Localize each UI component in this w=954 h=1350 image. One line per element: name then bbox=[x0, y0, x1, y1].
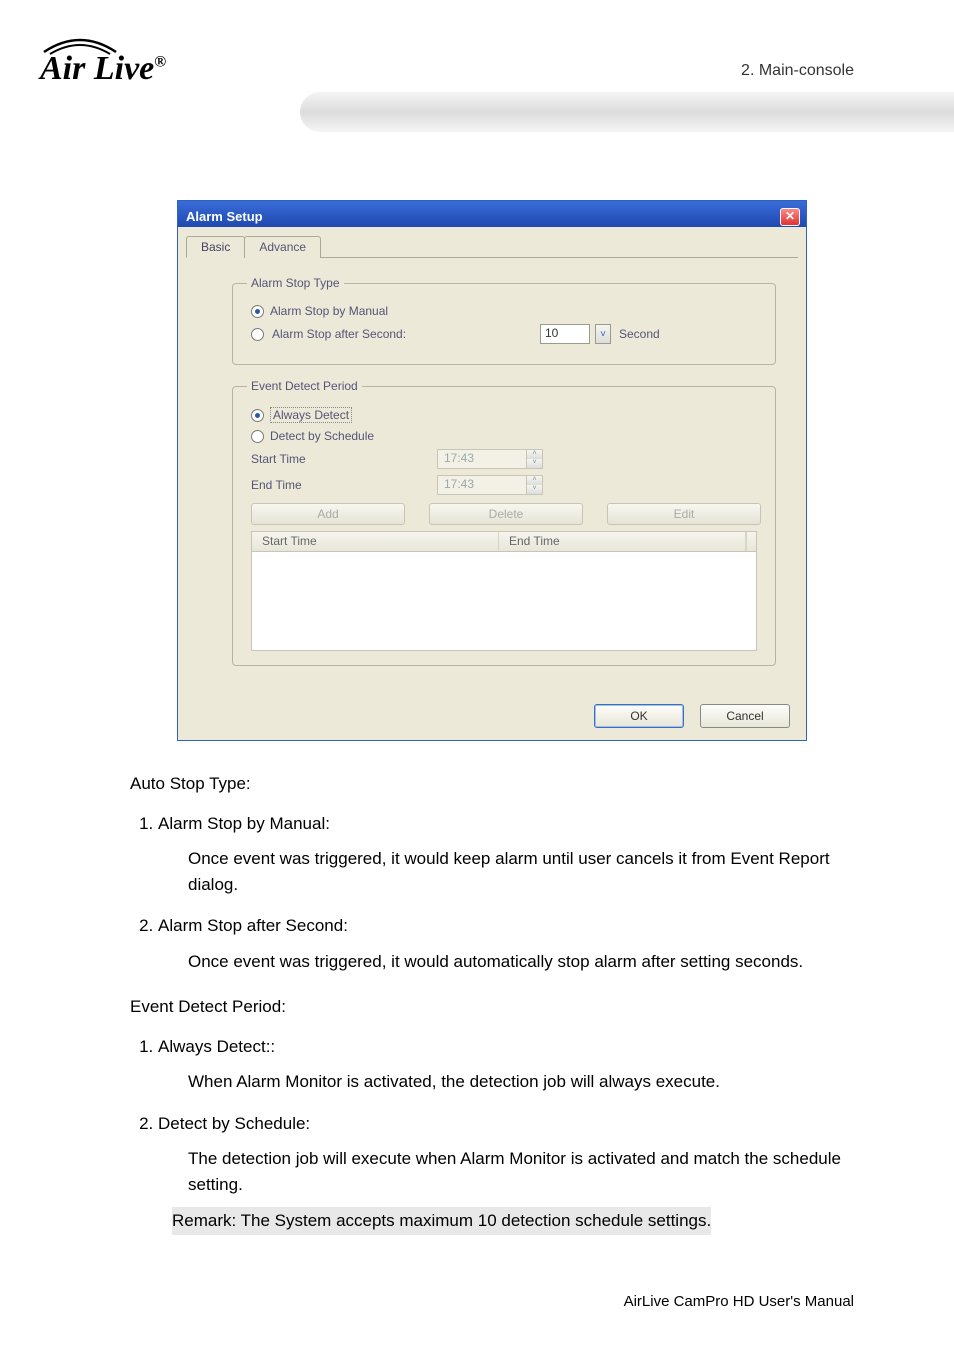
page-header: Air Live® 2. Main-console bbox=[0, 0, 954, 130]
chevron-down-icon[interactable]: ˅ bbox=[595, 324, 611, 344]
dialog-titlebar: Alarm Setup ✕ bbox=[178, 201, 806, 227]
tab-strip: Basic Advance bbox=[186, 235, 798, 258]
schedule-button-row: Add Delete Edit bbox=[251, 503, 761, 525]
seconds-unit-label: Second bbox=[619, 327, 660, 341]
dialog-footer: OK Cancel bbox=[178, 698, 806, 740]
group-legend-event-detect: Event Detect Period bbox=[247, 379, 362, 393]
end-time-spinner[interactable]: 17:43 ˄ ˅ bbox=[437, 475, 543, 495]
cancel-button[interactable]: Cancel bbox=[700, 704, 790, 728]
list-header: Start Time End Time bbox=[252, 532, 756, 552]
row-start-time: Start Time 17:43 ˄ ˅ bbox=[251, 449, 761, 469]
item-body: Once event was triggered, it would keep … bbox=[188, 846, 854, 897]
radio-icon bbox=[251, 430, 264, 443]
list-item: Detect by Schedule: The detection job wi… bbox=[158, 1111, 854, 1235]
item-title: Alarm Stop after Second: bbox=[158, 916, 348, 935]
radio-label: Alarm Stop after Second: bbox=[272, 327, 532, 341]
list-item: Alarm Stop by Manual: Once event was tri… bbox=[158, 811, 854, 898]
list-item: Alarm Stop after Second: Once event was … bbox=[158, 913, 854, 974]
dialog-title: Alarm Setup bbox=[186, 209, 263, 224]
logo-text: Air Live bbox=[40, 50, 154, 87]
header-band bbox=[300, 92, 954, 132]
heading-event-detect: Event Detect Period: bbox=[130, 994, 854, 1020]
header-section-ref: 2. Main-console bbox=[741, 62, 854, 80]
page-footer: AirLive CamPro HD User's Manual bbox=[624, 1293, 854, 1310]
radio-stop-manual[interactable]: Alarm Stop by Manual bbox=[251, 304, 761, 318]
ok-button[interactable]: OK bbox=[594, 704, 684, 728]
end-time-label: End Time bbox=[251, 478, 431, 492]
end-time-value[interactable]: 17:43 bbox=[437, 475, 527, 495]
col-spacer bbox=[746, 532, 756, 551]
heading-auto-stop: Auto Stop Type: bbox=[130, 771, 854, 797]
tab-panel-basic: Alarm Stop Type Alarm Stop by Manual Ala… bbox=[186, 258, 798, 690]
radio-detect-by-schedule[interactable]: Detect by Schedule bbox=[251, 429, 761, 443]
item-title: Alarm Stop by Manual: bbox=[158, 814, 330, 833]
item-title: Always Detect:: bbox=[158, 1037, 275, 1056]
alarm-setup-dialog: Alarm Setup ✕ Basic Advance Alarm Stop T… bbox=[177, 200, 807, 741]
document-body: Auto Stop Type: Alarm Stop by Manual: On… bbox=[130, 771, 854, 1235]
radio-always-detect[interactable]: Always Detect bbox=[251, 407, 761, 423]
tab-advance[interactable]: Advance bbox=[244, 236, 321, 258]
group-event-detect-period: Event Detect Period Always Detect Detect… bbox=[232, 379, 776, 666]
chevron-down-icon[interactable]: ˅ bbox=[527, 459, 542, 468]
item-body: Once event was triggered, it would autom… bbox=[188, 949, 854, 975]
radio-label: Always Detect bbox=[270, 407, 352, 423]
col-start-time[interactable]: Start Time bbox=[252, 532, 499, 551]
seconds-input[interactable]: 10 bbox=[540, 324, 590, 344]
radio-label: Alarm Stop by Manual bbox=[270, 304, 388, 318]
row-end-time: End Time 17:43 ˄ ˅ bbox=[251, 475, 761, 495]
item-title: Detect by Schedule: bbox=[158, 1114, 310, 1133]
edit-button[interactable]: Edit bbox=[607, 503, 761, 525]
radio-icon bbox=[251, 328, 264, 341]
remark-text: Remark: The System accepts maximum 10 de… bbox=[172, 1207, 711, 1235]
delete-button[interactable]: Delete bbox=[429, 503, 583, 525]
add-button[interactable]: Add bbox=[251, 503, 405, 525]
item-body: When Alarm Monitor is activated, the det… bbox=[188, 1069, 854, 1095]
chevron-down-icon[interactable]: ˅ bbox=[527, 485, 542, 494]
start-time-label: Start Time bbox=[251, 452, 431, 466]
col-end-time[interactable]: End Time bbox=[499, 532, 746, 551]
item-body: The detection job will execute when Alar… bbox=[188, 1146, 854, 1197]
start-time-value[interactable]: 17:43 bbox=[437, 449, 527, 469]
radio-icon bbox=[251, 409, 264, 422]
radio-icon bbox=[251, 305, 264, 318]
radio-label: Detect by Schedule bbox=[270, 429, 374, 443]
tab-basic[interactable]: Basic bbox=[186, 236, 245, 258]
start-time-spinner[interactable]: 17:43 ˄ ˅ bbox=[437, 449, 543, 469]
list-item: Always Detect:: When Alarm Monitor is ac… bbox=[158, 1034, 854, 1095]
close-icon[interactable]: ✕ bbox=[780, 208, 800, 226]
chevron-up-icon[interactable]: ˄ bbox=[527, 476, 542, 485]
radio-stop-after-second[interactable]: Alarm Stop after Second: 10 ˅ Second bbox=[251, 324, 761, 344]
group-alarm-stop-type: Alarm Stop Type Alarm Stop by Manual Ala… bbox=[232, 276, 776, 365]
schedule-list[interactable]: Start Time End Time bbox=[251, 531, 757, 651]
group-legend-alarm-stop: Alarm Stop Type bbox=[247, 276, 344, 290]
logo-registered: ® bbox=[154, 54, 166, 71]
brand-logo: Air Live® bbox=[40, 50, 166, 88]
chevron-up-icon[interactable]: ˄ bbox=[527, 450, 542, 459]
